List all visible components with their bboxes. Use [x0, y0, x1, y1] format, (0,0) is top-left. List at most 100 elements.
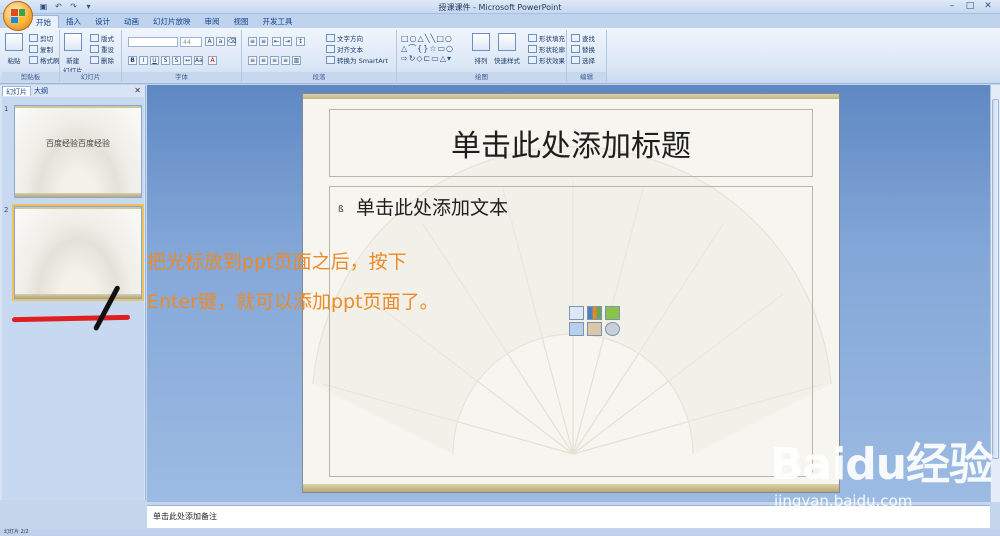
cut-button[interactable]: 剪切	[29, 33, 53, 43]
decrease-indent-icon[interactable]: ⇤	[272, 37, 281, 46]
slide-top-band	[303, 94, 839, 99]
panel-tabs: 幻灯片 大纲 ✕	[2, 86, 144, 97]
office-button[interactable]	[3, 1, 33, 31]
slide-thumbnail-text: 百度经验百度经验	[46, 139, 110, 148]
thumbnail-list: 1 百度经验百度经验 2	[2, 97, 144, 500]
quick-styles-icon	[498, 33, 516, 51]
bold-icon[interactable]: B	[128, 56, 137, 65]
tab-insert[interactable]: 插入	[59, 15, 88, 28]
shrink-font-icon[interactable]: a	[216, 37, 225, 46]
smartart-icon	[326, 56, 335, 64]
format-painter-button[interactable]: 格式刷	[29, 55, 60, 65]
new-slide-button[interactable]: 新建 幻灯片	[63, 33, 83, 75]
scrollbar-thumb[interactable]	[992, 99, 999, 459]
strikethrough-icon[interactable]: S	[161, 56, 170, 65]
effects-icon	[528, 56, 537, 64]
grow-font-icon[interactable]: A	[205, 37, 214, 46]
align-left-icon[interactable]: ≡	[248, 56, 257, 65]
align-text-button[interactable]: 对齐文本	[326, 44, 363, 54]
paragraph-group: ≡ ≡ ⇤ ⇥ ↕ ≡ ≡ ≡ ≡ ▥ 文字方向 对齐文本 转换为 SmartA…	[242, 30, 397, 82]
layout-icon	[90, 34, 99, 42]
insert-chart-icon[interactable]	[587, 306, 602, 320]
font-group-label: 字体	[122, 72, 241, 82]
tab-animations[interactable]: 动画	[117, 15, 146, 28]
insert-table-icon[interactable]	[569, 306, 584, 320]
change-case-icon[interactable]: Aa	[194, 56, 203, 65]
underline-icon[interactable]: U	[150, 56, 159, 65]
close-icon[interactable]: ✕	[980, 0, 996, 12]
slide-count-status: 幻灯片 2/2	[4, 529, 29, 535]
arrange-button[interactable]: 排列	[472, 33, 490, 65]
shadow-icon[interactable]: S	[172, 56, 181, 65]
paste-icon	[5, 33, 23, 51]
content-placeholder[interactable]: ß 单击此处添加文本	[329, 186, 813, 477]
tab-outline[interactable]: 大纲	[31, 86, 51, 96]
tab-review[interactable]: 审阅	[198, 15, 227, 28]
tab-slideshow[interactable]: 幻灯片放映	[146, 15, 198, 28]
insert-clipart-icon[interactable]	[587, 322, 602, 336]
tab-design[interactable]: 设计	[88, 15, 117, 28]
shape-outline-button[interactable]: 形状轮廓	[528, 44, 565, 54]
status-bar: 幻灯片 2/2	[0, 529, 1000, 536]
arrange-icon	[472, 33, 490, 51]
char-spacing-icon[interactable]: ↔	[183, 56, 192, 65]
drawing-group: □○△╲╲□○ △⌒{}☆▭○ ⇨↻◇⊏▭△▾ 排列 快速样式 形状填充 形状轮廓 …	[397, 30, 567, 82]
slide-thumbnail-1[interactable]: 百度经验百度经验	[14, 105, 142, 198]
font-color-icon[interactable]: A	[208, 56, 217, 65]
minimize-icon[interactable]: –	[944, 0, 960, 12]
shapes-gallery[interactable]: □○△╲╲□○ △⌒{}☆▭○ ⇨↻◇⊏▭△▾	[401, 34, 469, 66]
shape-effects-button[interactable]: 形状效果	[528, 55, 565, 65]
insert-content-icons	[569, 306, 621, 336]
content-placeholder-text: 单击此处添加文本	[356, 197, 509, 219]
text-direction-button[interactable]: 文字方向	[326, 33, 363, 43]
slides-group-label: 幻灯片	[60, 72, 121, 82]
italic-icon[interactable]: I	[139, 56, 148, 65]
editing-group: 查找 替换 选择 编辑	[567, 30, 607, 82]
columns-icon[interactable]: ▥	[292, 56, 301, 65]
insert-smartart-icon[interactable]	[605, 306, 620, 320]
window-title: 授课课件 - Microsoft PowerPoint	[438, 3, 562, 12]
quick-styles-button[interactable]: 快速样式	[494, 33, 520, 65]
annotation-line-1: 把光标放到ppt页面之后，按下	[147, 251, 407, 273]
line-spacing-icon[interactable]: ↕	[296, 37, 305, 46]
watermark-brand: Baidu经验	[770, 439, 993, 490]
find-button[interactable]: 查找	[571, 33, 595, 43]
tab-developer[interactable]: 开发工具	[256, 15, 300, 28]
copy-button[interactable]: 复制	[29, 44, 53, 54]
font-name-combo[interactable]	[128, 37, 178, 47]
reset-icon	[90, 45, 99, 53]
layout-button[interactable]: 版式	[90, 33, 114, 43]
brush-icon	[29, 56, 38, 64]
slides-panel: 幻灯片 大纲 ✕ 1 百度经验百度经验 2	[0, 85, 146, 500]
align-right-icon[interactable]: ≡	[270, 56, 279, 65]
insert-media-icon[interactable]	[605, 322, 620, 336]
slides-group: 新建 幻灯片 版式 重设 删除 幻灯片	[60, 30, 122, 82]
increase-indent-icon[interactable]: ⇥	[283, 37, 292, 46]
insert-picture-icon[interactable]	[569, 322, 584, 336]
numbering-icon[interactable]: ≡	[259, 37, 268, 46]
select-button[interactable]: 选择	[571, 55, 595, 65]
align-text-icon	[326, 45, 335, 53]
replace-button[interactable]: 替换	[571, 44, 595, 54]
tab-view[interactable]: 视图	[227, 15, 256, 28]
bullets-icon[interactable]: ≡	[248, 37, 257, 46]
shape-fill-button[interactable]: 形状填充	[528, 33, 565, 43]
maximize-icon[interactable]: □	[962, 0, 978, 12]
scissors-icon	[29, 34, 38, 42]
annotation-line-2: Enter键，就可以添加ppt页面了。	[147, 291, 439, 313]
justify-icon[interactable]: ≡	[281, 56, 290, 65]
align-center-icon[interactable]: ≡	[259, 56, 268, 65]
tab-slides[interactable]: 幻灯片	[2, 86, 31, 96]
slide-thumbnail-2[interactable]	[12, 204, 144, 301]
reset-button[interactable]: 重设	[90, 44, 114, 54]
paste-button[interactable]: 粘贴	[5, 33, 23, 65]
delete-icon	[90, 56, 99, 64]
title-placeholder[interactable]: 单击此处添加标题	[329, 109, 813, 177]
close-panel-icon[interactable]: ✕	[134, 86, 141, 95]
baidu-watermark: Baidu经验 jingyan.baidu.com	[770, 428, 993, 510]
font-size-combo[interactable]: 44	[180, 37, 202, 47]
clear-format-icon[interactable]: ⌫	[227, 37, 236, 46]
delete-slide-button[interactable]: 删除	[90, 55, 114, 65]
smartart-button[interactable]: 转换为 SmartArt	[326, 55, 388, 65]
new-slide-icon	[63, 33, 82, 51]
